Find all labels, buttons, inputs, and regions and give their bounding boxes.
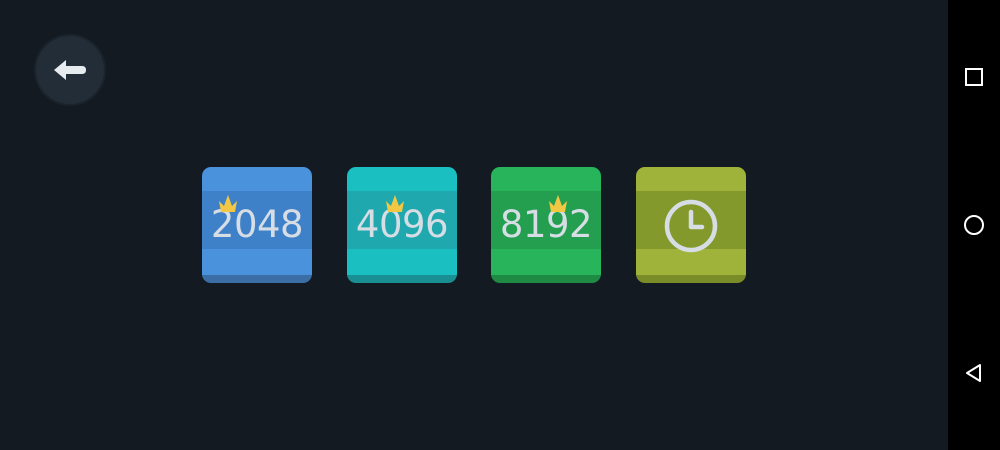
crown-icon — [386, 195, 404, 212]
tile-band — [202, 275, 312, 283]
tile-band — [347, 249, 457, 275]
arrow-left-icon — [54, 60, 86, 80]
mode-tile-8192[interactable]: 8192 — [491, 167, 601, 283]
tile-band — [202, 167, 312, 191]
mode-tile-4096[interactable]: 4096 — [347, 167, 457, 283]
mode-tile-2048[interactable]: 2048 — [202, 167, 312, 283]
square-icon — [965, 68, 983, 86]
tile-band — [636, 167, 746, 191]
recents-button[interactable] — [958, 61, 990, 93]
clock-icon — [664, 199, 718, 253]
triangle-back-icon — [966, 364, 981, 382]
tile-band — [491, 249, 601, 275]
home-button[interactable] — [958, 209, 990, 241]
crown-icon — [219, 195, 237, 212]
mode-tile-time[interactable] — [636, 167, 746, 283]
tile-band — [347, 167, 457, 191]
crown-icon — [549, 195, 567, 212]
tile-band — [491, 275, 601, 283]
back-nav-button[interactable] — [958, 357, 990, 389]
tile-label: 8192 — [499, 203, 593, 246]
circle-icon — [964, 215, 984, 235]
tile-band — [347, 275, 457, 283]
tile-band — [491, 167, 601, 191]
system-nav-bar — [948, 0, 1000, 450]
tile-band — [202, 249, 312, 275]
back-button[interactable] — [36, 36, 104, 104]
game-mode-select-screen: 2048 4096 8192 — [0, 0, 948, 450]
tile-band — [636, 275, 746, 283]
